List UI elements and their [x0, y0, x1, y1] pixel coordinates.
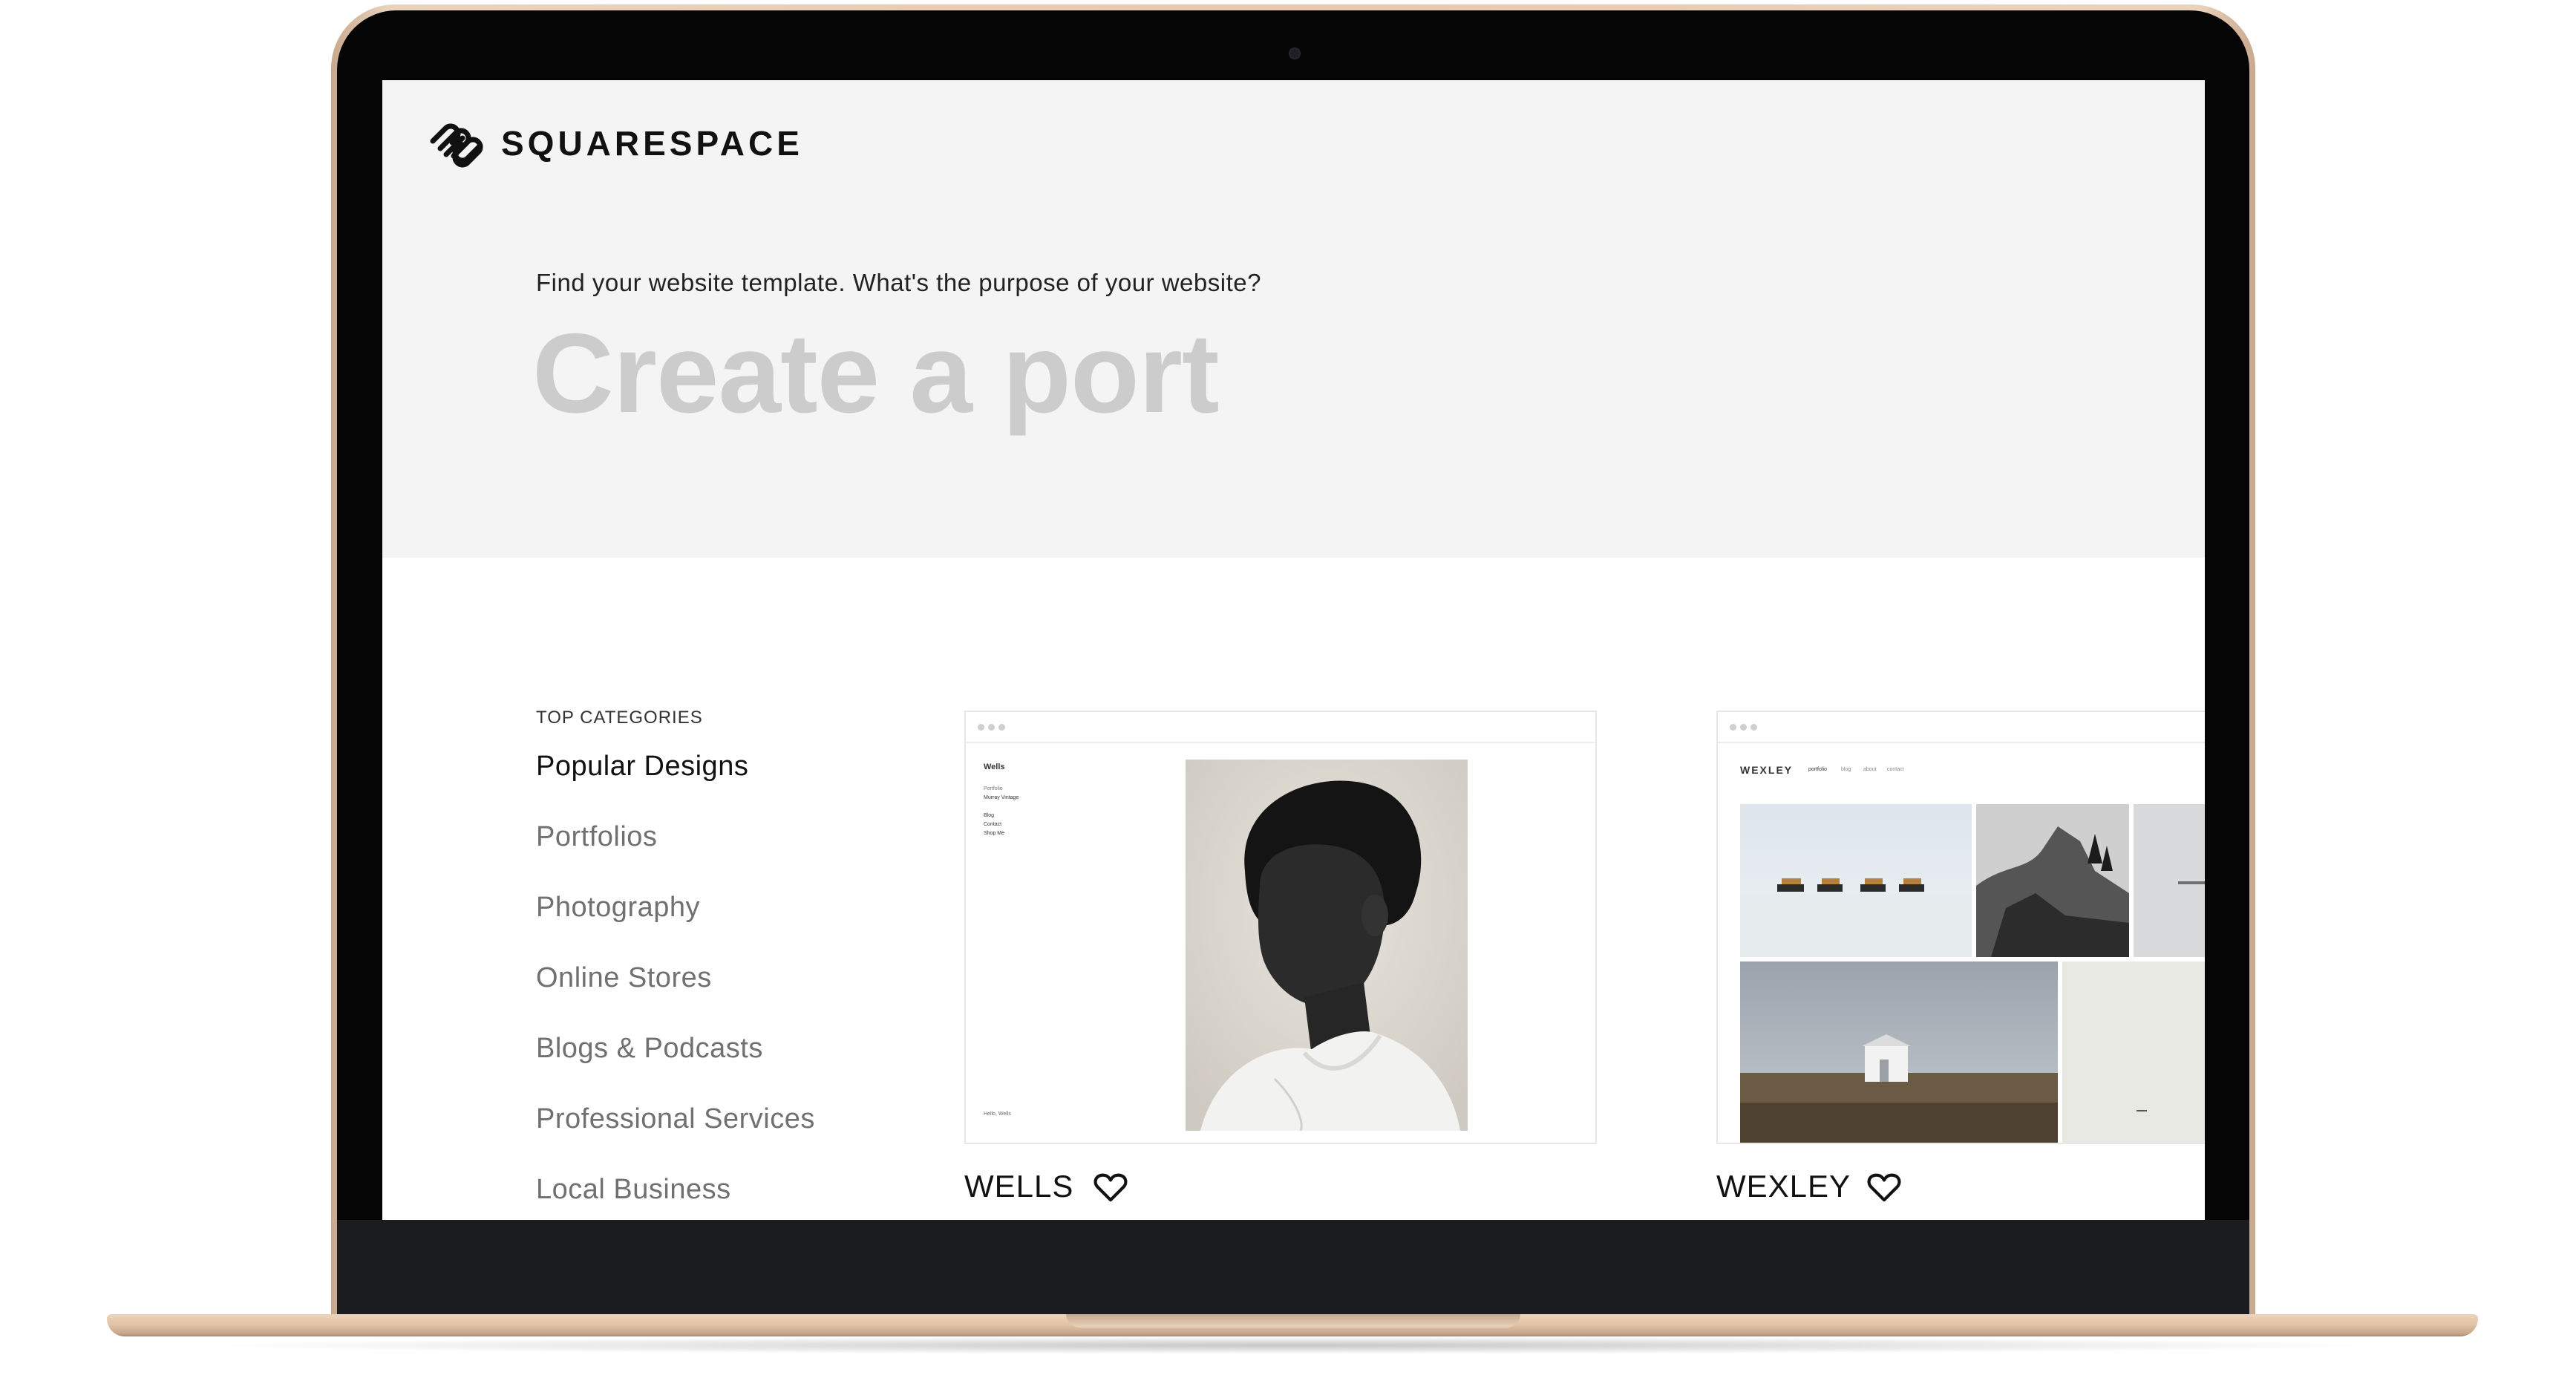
hut-landscape-photo [1740, 962, 2058, 1143]
category-portfolios[interactable]: Portfolios [536, 819, 815, 889]
category-online-stores[interactable]: Online Stores [536, 960, 815, 1031]
category-local-business[interactable]: Local Business [536, 1172, 815, 1220]
preview-nav-item: contact [1887, 767, 1904, 772]
preview-browser-bar [1718, 712, 2205, 743]
category-blogs-podcasts[interactable]: Blogs & Podcasts [536, 1031, 815, 1101]
brand-logo[interactable]: SQUARESPACE [427, 110, 803, 177]
laptop-notch [1066, 1314, 1520, 1328]
template-card-wells[interactable]: Wells Portfolio Murray Vintage Blog Cont… [964, 711, 1597, 1144]
preview-site-title: Wells [984, 763, 1005, 771]
category-popular-designs[interactable]: Popular Designs [536, 748, 815, 819]
category-photography[interactable]: Photography [536, 889, 815, 960]
window-dot-icon [998, 724, 1005, 731]
preview-nav-item: Blog [984, 813, 995, 818]
portrait-photo [1186, 760, 1468, 1131]
preview-nav-item: blog [1841, 767, 1851, 772]
camera-icon [1289, 48, 1301, 59]
window-dot-icon [978, 724, 984, 731]
category-list: Popular Designs Portfolios Photography O… [536, 748, 815, 1220]
template-search-input[interactable]: Create a port [532, 311, 1220, 436]
cliff-trees-photo [1976, 804, 2129, 957]
preview-footer: Hello, Wells [984, 1111, 1011, 1117]
window-dot-icon [1730, 724, 1736, 731]
category-professional-services[interactable]: Professional Services [536, 1101, 815, 1172]
pier-photo [2134, 804, 2205, 957]
window-dot-icon [1740, 724, 1747, 731]
browser-screen: SQUARESPACE Find your website template. … [382, 80, 2205, 1220]
template-name-wexley[interactable]: WEXLEY [1716, 1169, 1851, 1204]
search-prompt: Find your website template. What's the p… [536, 269, 1261, 296]
categories-heading: TOP CATEGORIES [536, 708, 703, 728]
preview-nav-item: Shop Me [984, 831, 1005, 836]
beach-horses-photo [1740, 804, 1972, 957]
brand-name: SQUARESPACE [501, 124, 803, 163]
preview-nav-item: Portfolio [984, 786, 1003, 791]
preview-site-title: WEXLEY [1740, 764, 1794, 776]
preview-nav-item: Contact [984, 822, 1002, 827]
template-card-wexley[interactable]: WEXLEY portfolio blog about contact [1716, 711, 2205, 1144]
preview-nav-item: portfolio [1808, 767, 1827, 772]
preview-nav-item: Murray Vintage [984, 795, 1019, 800]
foggy-shore-photo [2062, 962, 2205, 1143]
preview-browser-bar [966, 712, 1595, 743]
screen-chin [337, 1220, 2249, 1319]
squarespace-logo-icon [430, 123, 483, 168]
preview-nav-item: about [1863, 767, 1877, 772]
heart-icon[interactable] [1094, 1172, 1128, 1203]
template-name-wells[interactable]: WELLS [964, 1169, 1073, 1204]
window-dot-icon [1750, 724, 1757, 731]
window-dot-icon [988, 724, 995, 731]
hero-section: SQUARESPACE Find your website template. … [382, 80, 2205, 558]
laptop-shadow [193, 1336, 2390, 1354]
heart-icon[interactable] [1867, 1172, 1901, 1203]
